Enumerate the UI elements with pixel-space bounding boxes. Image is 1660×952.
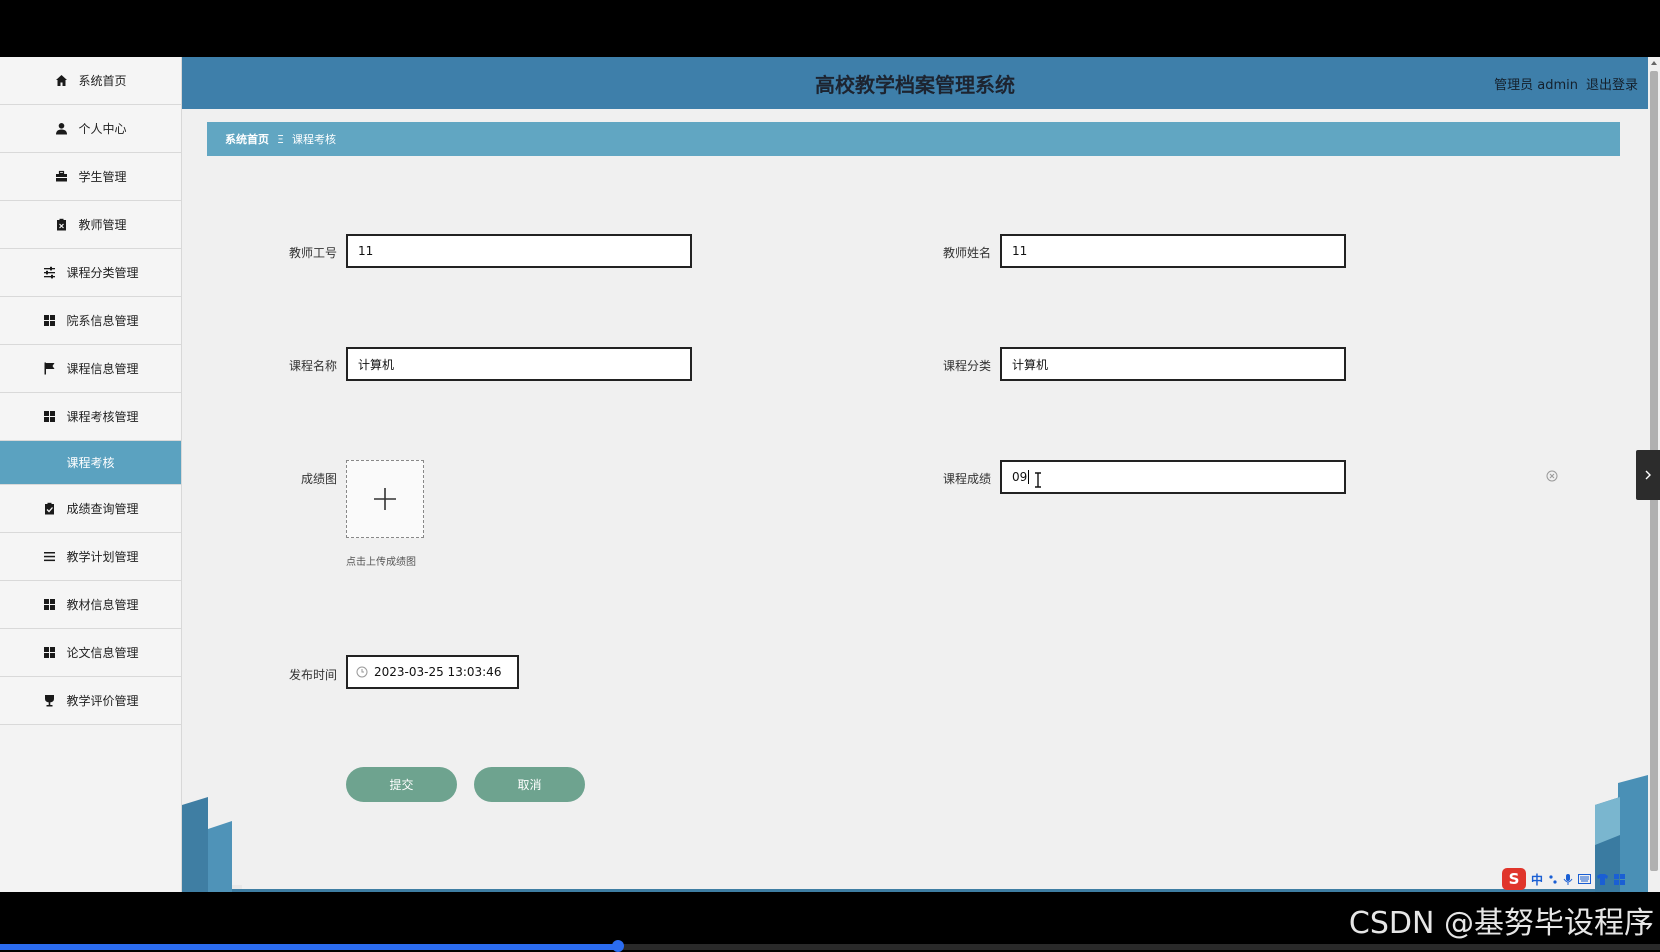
breadcrumb-current: 课程考核 — [291, 133, 336, 146]
briefcase-icon — [54, 170, 68, 184]
sidebar-item-a5[interactable]: 院系信息管理 — [0, 297, 181, 345]
course-category-input[interactable]: 计算机 — [1000, 347, 1346, 381]
teacher-name-label: 教师姓名 — [942, 246, 991, 260]
watermark-text: CSDN @基努毕设程序 — [1348, 906, 1654, 941]
clock-icon — [356, 666, 368, 678]
page-title: 高校教学档案管理系统 — [815, 73, 1015, 97]
flag-icon — [42, 362, 56, 376]
sidebar-item-label: 成绩查询管理 — [66, 502, 139, 516]
side-expand-tab[interactable] — [1636, 450, 1660, 500]
publish-time-label: 发布时间 — [288, 668, 337, 682]
sidebar-item-label: 系统首页 — [78, 74, 127, 88]
grid-icon — [42, 314, 56, 328]
course-score-input[interactable]: 09 — [1000, 460, 1346, 494]
teacher-id-label: 教师工号 — [288, 246, 337, 260]
sidebar-item-a2[interactable]: 学生管理 — [0, 153, 181, 201]
user-label: 管理员 admin — [1494, 78, 1578, 93]
sidebar-sub-item-label: 课程考核 — [66, 456, 115, 470]
course-name-input[interactable]: 计算机 — [346, 347, 692, 381]
home-icon — [54, 74, 68, 88]
sidebar-item-b0[interactable]: 成绩查询管理 — [0, 485, 181, 533]
upload-hint: 点击上传成绩图 — [346, 557, 416, 568]
text-caret — [1028, 470, 1030, 484]
scroll-up-arrow-icon[interactable] — [1650, 59, 1658, 67]
course-score-value: 09 — [1012, 470, 1028, 484]
app-screen: 系统首页 个人中心 学生管理 教师管理 课程分类管理 院系信息管理 课程信息管理 课程考核管理… — [0, 57, 1660, 892]
check-clipboard-icon — [42, 502, 56, 516]
course-score-label: 课程成绩 — [942, 472, 991, 486]
logout-link[interactable]: 退出登录 — [1586, 78, 1638, 93]
sidebar-item-label: 学生管理 — [78, 170, 127, 184]
ibeam-cursor-icon — [1035, 472, 1041, 488]
grid-icon — [42, 410, 56, 424]
submit-button[interactable]: 提交 — [346, 767, 457, 802]
sidebar-item-label: 教材信息管理 — [66, 598, 139, 612]
skin-shirt-icon[interactable] — [1596, 873, 1609, 885]
sogou-logo-icon[interactable]: S — [1502, 868, 1526, 890]
clear-circle-icon[interactable] — [1546, 470, 1558, 482]
video-progress-bar[interactable] — [0, 940, 1660, 952]
left-decoration — [182, 797, 242, 892]
sidebar-item-a1[interactable]: 个人中心 — [0, 105, 181, 153]
sidebar-item-label: 课程考核管理 — [66, 410, 139, 424]
sidebar-item-b3[interactable]: 论文信息管理 — [0, 629, 181, 677]
ime-toolbar[interactable]: S 中 — [1502, 868, 1652, 890]
chevron-right-icon — [1645, 470, 1651, 480]
ime-mode-indicator[interactable]: 中 — [1531, 871, 1543, 888]
sidebar-item-b4[interactable]: 教学评价管理 — [0, 677, 181, 725]
teacher-name-input[interactable]: 11 — [1000, 234, 1346, 268]
sidebar-item-label: 课程信息管理 — [66, 362, 139, 376]
header: 高校教学档案管理系统 管理员 admin 退出登录 — [182, 57, 1648, 109]
sidebar-item-b2[interactable]: 教材信息管理 — [0, 581, 181, 629]
app-window: 系统首页 个人中心 学生管理 教师管理 课程分类管理 院系信息管理 课程信息管理 课程考核管理… — [0, 0, 1660, 952]
sidebar-item-label: 教学评价管理 — [66, 694, 139, 708]
sidebar-item-label: 个人中心 — [78, 122, 127, 136]
grid-icon — [42, 598, 56, 612]
toolbox-grid-icon[interactable] — [1614, 873, 1626, 885]
list-icon — [42, 550, 56, 564]
publish-time-value: 2023-03-25 13:03:46 — [374, 665, 502, 679]
user-icon — [54, 122, 68, 136]
sidebar-item-label: 教师管理 — [78, 218, 127, 232]
video-progress-knob[interactable] — [611, 940, 624, 952]
sidebar: 系统首页个人中心学生管理教师管理课程分类管理 院系信息管理 课程信息管理 课程考核管理… — [0, 57, 182, 892]
keyboard-icon[interactable] — [1578, 874, 1592, 884]
sidebar-item-a7[interactable]: 课程考核管理 — [0, 393, 181, 441]
score-image-label: 成绩图 — [300, 472, 337, 486]
clipboard-icon — [54, 218, 68, 232]
breadcrumb-separator-icon: Ξ — [277, 132, 284, 146]
course-category-label: 课程分类 — [942, 359, 991, 373]
sidebar-item-a3[interactable]: 教师管理 — [0, 201, 181, 249]
video-progress-fill — [0, 944, 618, 950]
cancel-button[interactable]: 取消 — [474, 767, 585, 802]
breadcrumb-home[interactable]: 系统首页 — [225, 131, 269, 147]
sliders-icon — [42, 266, 56, 280]
sidebar-item-label: 教学计划管理 — [66, 550, 139, 564]
grid-icon — [42, 646, 56, 660]
sidebar-item-label: 课程分类管理 — [66, 266, 139, 280]
bottom-edge-decoration — [232, 889, 1648, 892]
punctuation-icon[interactable] — [1548, 873, 1558, 885]
sidebar-item-label: 论文信息管理 — [66, 646, 139, 660]
course-name-label: 课程名称 — [288, 359, 337, 373]
sidebar-item-a6[interactable]: 课程信息管理 — [0, 345, 181, 393]
sidebar-item-label: 院系信息管理 — [66, 314, 139, 328]
trophy-icon — [42, 694, 56, 708]
user-area: 管理员 admin 退出登录 — [1486, 74, 1638, 93]
plus-icon — [374, 488, 396, 510]
score-image-upload[interactable] — [346, 460, 424, 538]
sidebar-sub-item-course-assessment[interactable]: 课程考核 — [0, 441, 181, 485]
breadcrumb: 系统首页 Ξ 课程考核 — [207, 122, 1620, 156]
sidebar-item-a0[interactable]: 系统首页 — [0, 57, 181, 105]
publish-time-input[interactable]: 2023-03-25 13:03:46 — [346, 655, 519, 689]
microphone-icon[interactable] — [1563, 873, 1573, 885]
sidebar-item-a4[interactable]: 课程分类管理 — [0, 249, 181, 297]
sidebar-item-b1[interactable]: 教学计划管理 — [0, 533, 181, 581]
teacher-id-input[interactable]: 11 — [346, 234, 692, 268]
